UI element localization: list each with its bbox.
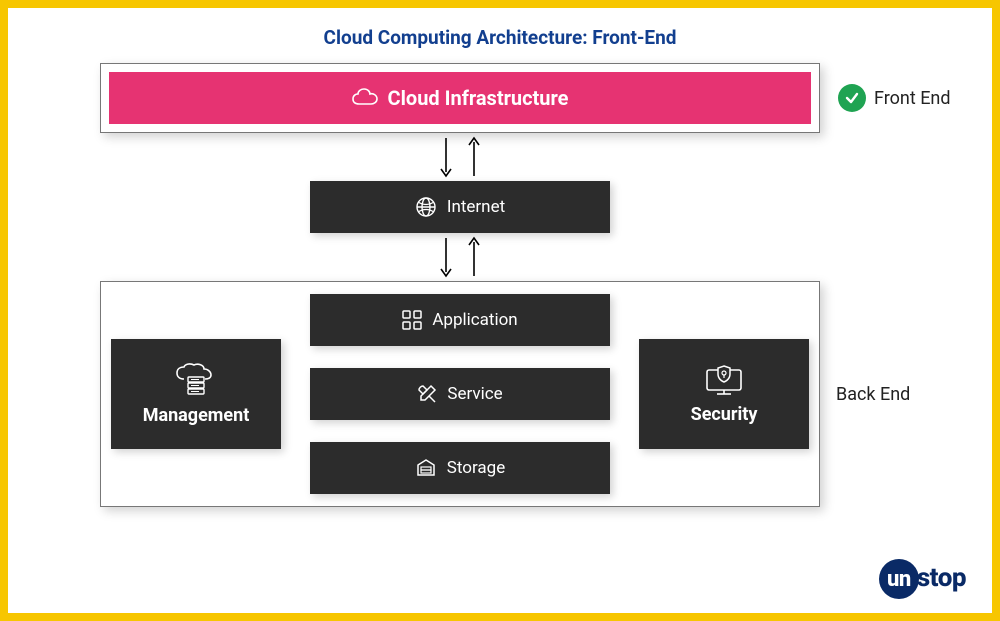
application-label: Application — [432, 310, 517, 330]
diagram-frame: Cloud Computing Architecture: Front-End … — [0, 0, 1000, 621]
front-end-side-label-group: Front End — [838, 84, 951, 112]
diagram-title: Cloud Computing Architecture: Front-End — [30, 26, 970, 49]
application-box: Application — [310, 294, 610, 346]
brand-logo-circle: un — [879, 559, 919, 599]
cloud-infrastructure-box: Cloud Infrastructure — [109, 72, 811, 124]
apps-grid-icon — [402, 310, 422, 330]
back-end-row: Management Application — [30, 281, 970, 507]
cloud-server-icon — [174, 363, 218, 399]
arrow-down-icon — [439, 236, 453, 278]
service-label: Service — [447, 384, 502, 404]
arrow-up-icon — [467, 136, 481, 178]
front-end-section: Cloud Infrastructure — [100, 63, 820, 133]
cloud-infrastructure-label: Cloud Infrastructure — [388, 86, 569, 110]
front-end-row: Cloud Infrastructure Front End — [30, 63, 970, 133]
brand-logo: unstop — [879, 559, 966, 599]
internet-box: Internet — [310, 181, 610, 233]
back-center-stack: Application Service St — [310, 294, 610, 494]
globe-icon — [415, 196, 437, 218]
management-label: Management — [143, 405, 250, 426]
security-box: Security — [639, 339, 809, 449]
brand-logo-text: stop — [917, 563, 966, 593]
arrow-up-icon — [467, 236, 481, 278]
storage-box: Storage — [310, 442, 610, 494]
front-end-label: Front End — [874, 88, 951, 109]
storage-label: Storage — [447, 458, 505, 478]
security-label: Security — [691, 404, 758, 425]
internet-label: Internet — [447, 197, 505, 217]
management-box: Management — [111, 339, 281, 449]
service-box: Service — [310, 368, 610, 420]
back-end-label: Back End — [820, 384, 910, 405]
tools-icon — [417, 384, 437, 404]
arrow-down-icon — [439, 136, 453, 178]
shield-monitor-icon — [703, 364, 745, 398]
check-icon — [838, 84, 866, 112]
cloud-icon — [352, 88, 378, 108]
arrows-front-to-internet — [100, 133, 820, 181]
storage-icon — [415, 458, 437, 478]
internet-row: Internet — [100, 181, 820, 233]
back-end-section: Management Application — [100, 281, 820, 507]
arrows-internet-to-back — [100, 233, 820, 281]
